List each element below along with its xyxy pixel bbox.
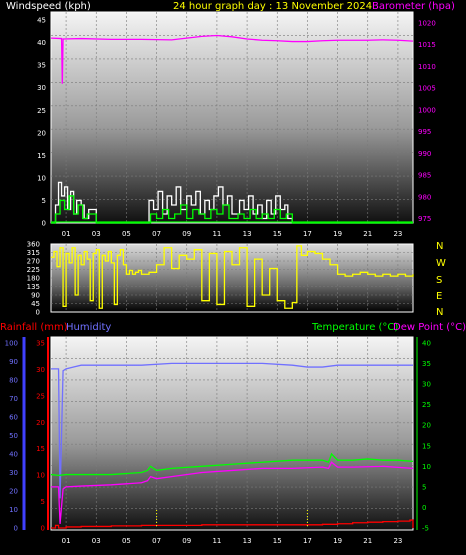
x-tick-label: 19 bbox=[333, 537, 342, 545]
wind-y-tick: 40 bbox=[37, 39, 46, 47]
temp-hum-plot bbox=[50, 336, 414, 531]
direction-y-tick: 360 bbox=[27, 241, 40, 249]
rain-y-tick: 15 bbox=[36, 445, 45, 453]
x-tick-label: 03 bbox=[92, 537, 101, 545]
x-tick-label: 05 bbox=[122, 537, 131, 545]
temp-y-tick: -5 bbox=[422, 525, 429, 533]
x-tick-label: 13 bbox=[243, 537, 252, 545]
rain-y-tick: 0 bbox=[41, 525, 45, 533]
x-tick-label: 01 bbox=[62, 230, 71, 238]
x-tick-label: 11 bbox=[212, 230, 221, 238]
direction-y-tick: 270 bbox=[27, 258, 40, 266]
compass-w: W bbox=[436, 258, 446, 269]
humidity-y-tick: 100 bbox=[5, 340, 18, 348]
x-tick-label: 17 bbox=[303, 230, 312, 238]
humidity-y-tick: 0 bbox=[14, 525, 18, 533]
baro-y-tick: 1020 bbox=[418, 19, 436, 27]
x-tick-label: 09 bbox=[182, 537, 191, 545]
temp-axis-title: Temperature (°C) bbox=[311, 322, 398, 333]
temp-y-tick: 30 bbox=[422, 381, 431, 389]
baro-y-tick: 990 bbox=[418, 150, 431, 158]
compass-n-top: N bbox=[436, 241, 443, 252]
baro-y-tick: 980 bbox=[418, 193, 431, 201]
humidity-y-tick: 70 bbox=[9, 395, 18, 403]
direction-y-tick: 315 bbox=[27, 249, 40, 257]
x-tick-label: 13 bbox=[243, 230, 252, 238]
direction-y-tick: 180 bbox=[27, 275, 40, 283]
humidity-y-tick: 50 bbox=[9, 432, 18, 440]
baro-y-tick: 985 bbox=[418, 172, 431, 180]
humidity-y-tick: 90 bbox=[9, 358, 18, 366]
temp-y-tick: 25 bbox=[422, 401, 431, 409]
wind-y-tick: 10 bbox=[37, 174, 46, 182]
rain-axis-title: Rainfall (mm) bbox=[0, 322, 68, 333]
temp-y-tick: 20 bbox=[422, 422, 431, 430]
rain-y-tick: 35 bbox=[36, 340, 45, 348]
wind-y-tick: 45 bbox=[37, 17, 46, 25]
wind-axis-title: Windspeed (kph) bbox=[6, 1, 91, 12]
wind-y-tick: 20 bbox=[37, 129, 46, 137]
humidity-y-tick: 20 bbox=[9, 488, 18, 496]
temp-y-tick: 35 bbox=[422, 360, 431, 368]
temp-y-tick: 5 bbox=[422, 483, 426, 491]
x-tick-label: 21 bbox=[363, 230, 372, 238]
direction-y-tick: 45 bbox=[31, 300, 40, 308]
rain-y-tick: 20 bbox=[36, 419, 45, 427]
compass-e: E bbox=[436, 291, 442, 302]
compass-s: S bbox=[436, 275, 442, 286]
humidity-y-tick: 80 bbox=[9, 377, 18, 385]
rain-y-tick: 10 bbox=[36, 472, 45, 480]
x-tick-label: 15 bbox=[273, 230, 282, 238]
humidity-y-tick: 30 bbox=[9, 469, 18, 477]
rain-y-tick: 5 bbox=[41, 498, 45, 506]
direction-y-tick: 0 bbox=[36, 309, 40, 317]
x-tick-label: 21 bbox=[363, 537, 372, 545]
wind-y-tick: 35 bbox=[37, 62, 46, 70]
dew-axis-title: Dew Point (°C) bbox=[393, 322, 466, 333]
wind-y-tick: 30 bbox=[37, 84, 46, 92]
x-tick-label: 05 bbox=[122, 230, 131, 238]
humidity-axis-title: Humidity bbox=[66, 322, 111, 333]
x-tick-label: 23 bbox=[393, 230, 402, 238]
wind-y-tick: 5 bbox=[42, 197, 46, 205]
x-tick-label: 07 bbox=[152, 230, 161, 238]
x-tick-label: 01 bbox=[62, 537, 71, 545]
humidity-y-tick: 10 bbox=[9, 506, 18, 514]
chart-title: 24 hour graph day : 13 November 2024 bbox=[173, 1, 372, 12]
direction-y-tick: 135 bbox=[27, 283, 40, 291]
rain-y-tick: 25 bbox=[36, 392, 45, 400]
x-tick-label: 07 bbox=[152, 537, 161, 545]
x-tick-label: 15 bbox=[273, 537, 282, 545]
humidity-y-tick: 40 bbox=[9, 451, 18, 459]
x-tick-label: 03 bbox=[92, 230, 101, 238]
wind-baro-plot bbox=[50, 11, 414, 224]
temp-y-tick: 15 bbox=[422, 442, 431, 450]
rain-y-tick: 30 bbox=[36, 366, 45, 374]
humidity-y-tick: 60 bbox=[9, 414, 18, 422]
weather-chart: Windspeed (kph) 24 hour graph day : 13 N… bbox=[0, 1, 466, 545]
direction-y-tick: 90 bbox=[31, 292, 40, 300]
x-tick-label: 19 bbox=[333, 230, 342, 238]
x-tick-label: 09 bbox=[182, 230, 191, 238]
baro-y-tick: 995 bbox=[418, 128, 431, 136]
temp-y-tick: 10 bbox=[422, 463, 431, 471]
x-tick-label: 11 bbox=[212, 537, 221, 545]
baro-y-tick: 1005 bbox=[418, 85, 436, 93]
temp-y-tick: 0 bbox=[422, 504, 426, 512]
baro-y-tick: 1010 bbox=[418, 63, 436, 71]
x-tick-label: 23 bbox=[393, 537, 402, 545]
baro-y-tick: 1000 bbox=[418, 106, 436, 114]
baro-y-tick: 975 bbox=[418, 215, 431, 223]
wind-y-tick: 15 bbox=[37, 152, 46, 160]
wind-y-tick: 25 bbox=[37, 107, 46, 115]
x-tick-label: 17 bbox=[303, 537, 312, 545]
baro-axis-title: Barometer (hpa) bbox=[372, 1, 455, 12]
temp-y-tick: 40 bbox=[422, 340, 431, 348]
baro-y-tick: 1015 bbox=[418, 41, 436, 49]
wind-y-tick: 0 bbox=[42, 220, 46, 228]
direction-y-tick: 225 bbox=[27, 266, 40, 274]
weather-graph-page: Windspeed (kph) 24 hour graph day : 13 N… bbox=[0, 0, 466, 555]
compass-n-bottom: N bbox=[436, 307, 443, 318]
